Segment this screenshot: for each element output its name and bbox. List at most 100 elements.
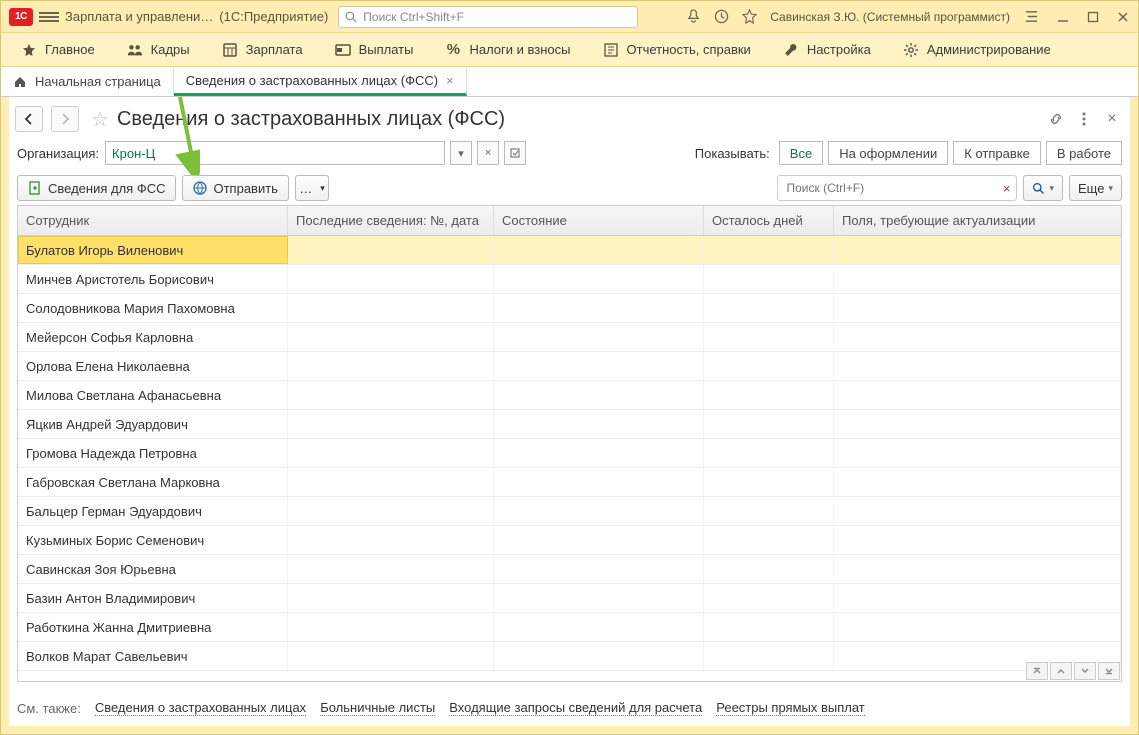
history-icon[interactable] (710, 6, 732, 28)
combo-clear-button[interactable]: × (477, 141, 499, 165)
nav-forward-button[interactable] (51, 106, 79, 132)
btn-send[interactable]: Отправить (182, 175, 288, 201)
maximize-button[interactable] (1084, 8, 1102, 26)
table-row[interactable]: Минчев Аристотель Борисович (18, 265, 1121, 294)
table-row[interactable]: Булатов Игорь Виленович (18, 236, 1121, 265)
col-employee[interactable]: Сотрудник (18, 206, 288, 235)
table-row[interactable]: Милова Светлана Афанасьевна (18, 381, 1121, 410)
global-search[interactable]: Поиск Ctrl+Shift+F (338, 6, 638, 28)
close-icon[interactable]: × (446, 73, 454, 88)
menu-button[interactable] (39, 10, 59, 24)
cell-name: Яцкив Андрей Эдуардович (18, 410, 288, 438)
employees-table: Сотрудник Последние сведения: №, дата Со… (17, 205, 1122, 682)
nav-vyplaty[interactable]: Выплаты (321, 33, 428, 67)
scroll-down-icon[interactable] (1074, 662, 1096, 680)
footer-link-4[interactable]: Реестры прямых выплат (716, 700, 865, 716)
table-row[interactable]: Яцкив Андрей Эдуардович (18, 410, 1121, 439)
cell-days (704, 526, 834, 554)
col-lastinfo[interactable]: Последние сведения: №, дата (288, 206, 494, 235)
footer-link-2[interactable]: Больничные листы (320, 700, 435, 716)
cell-fields (834, 323, 1121, 351)
scroll-bottom-icon[interactable] (1098, 662, 1120, 680)
cell-name: Бальцер Герман Эдуардович (18, 497, 288, 525)
table-row[interactable]: Мейерсон Софья Карловна (18, 323, 1121, 352)
combo-open-button[interactable] (504, 141, 526, 165)
combo-dropdown-button[interactable]: ▾ (450, 141, 472, 165)
cell-fields (834, 555, 1121, 583)
tab-current[interactable]: Сведения о застрахованных лицах (ФСС) × (174, 67, 467, 96)
org-combo[interactable]: Крон-Ц (105, 141, 445, 165)
nav-label: Настройка (807, 42, 871, 57)
col-days[interactable]: Осталось дней (704, 206, 834, 235)
gear-icon (903, 42, 919, 58)
bell-icon[interactable] (682, 6, 704, 28)
footer-link-3[interactable]: Входящие запросы сведений для расчета (449, 700, 702, 716)
tab-home[interactable]: Начальная страница (1, 67, 174, 96)
table-row[interactable]: Кузьминых Борис Семенович (18, 526, 1121, 555)
cell-name: Базин Антон Владимирович (18, 584, 288, 612)
table-header: Сотрудник Последние сведения: №, дата Со… (18, 206, 1121, 236)
link-icon[interactable] (1046, 109, 1066, 129)
current-user[interactable]: Савинская З.Ю. (Системный программист) (770, 10, 1010, 24)
star-icon[interactable] (738, 6, 760, 28)
filter-tosend[interactable]: К отправке (953, 141, 1041, 165)
more-icon[interactable] (1074, 109, 1094, 129)
table-row[interactable]: Громова Надежда Петровна (18, 439, 1121, 468)
table-row[interactable]: Орлова Елена Николаевна (18, 352, 1121, 381)
cell-days (704, 323, 834, 351)
cell-name: Громова Надежда Петровна (18, 439, 288, 467)
local-search[interactable]: × (777, 175, 1017, 201)
clear-icon[interactable]: × (1003, 181, 1011, 196)
table-row[interactable]: Солодовникова Мария Пахомовна (18, 294, 1121, 323)
scroll-up-icon[interactable] (1050, 662, 1072, 680)
cell-fields (834, 497, 1121, 525)
col-status[interactable]: Состояние (494, 206, 704, 235)
cell-name: Мейерсон Софья Карловна (18, 323, 288, 351)
cell-days (704, 642, 834, 670)
see-also-footer: См. также: Сведения о застрахованных лиц… (17, 696, 1122, 720)
close-page-icon[interactable]: × (1102, 109, 1122, 129)
table-row[interactable]: Волков Марат Савельевич (18, 642, 1121, 671)
nav-otchetnost[interactable]: Отчетность, справки (589, 33, 765, 67)
close-button[interactable] (1114, 8, 1132, 26)
cell-name: Савинская Зоя Юрьевна (18, 555, 288, 583)
table-row[interactable]: Габровская Светлана Марковна (18, 468, 1121, 497)
cell-last (288, 381, 494, 409)
nav-nastroika[interactable]: Настройка (769, 33, 885, 67)
table-row[interactable]: Савинская Зоя Юрьевна (18, 555, 1121, 584)
nav-main[interactable]: Главное (7, 33, 109, 67)
cell-last (288, 236, 494, 264)
col-fields[interactable]: Поля, требующие актуализации (834, 206, 1121, 235)
cell-status (494, 613, 704, 641)
cell-days (704, 236, 834, 264)
minimize-button[interactable] (1054, 8, 1072, 26)
cell-days (704, 584, 834, 612)
cell-name: Булатов Игорь Виленович (18, 236, 288, 264)
wrench-icon (783, 42, 799, 58)
local-search-input[interactable] (784, 180, 998, 196)
footer-link-1[interactable]: Сведения о застрахованных лицах (95, 700, 306, 716)
cell-status (494, 584, 704, 612)
nav-kadry[interactable]: Кадры (113, 33, 204, 67)
search-menu-button[interactable]: ▾ (1023, 175, 1063, 201)
nav-admin[interactable]: Администрирование (889, 33, 1065, 67)
cell-status (494, 439, 704, 467)
filter-inwork[interactable]: В работе (1046, 141, 1122, 165)
filter-all[interactable]: Все (779, 141, 823, 165)
panels-icon[interactable] (1020, 6, 1042, 28)
scroll-top-icon[interactable] (1026, 662, 1048, 680)
favorite-icon[interactable]: ☆ (91, 107, 109, 132)
more-button[interactable]: Еще ▾ (1069, 175, 1122, 201)
nav-zarplata[interactable]: Зарплата (208, 33, 317, 67)
table-row[interactable]: Базин Антон Владимирович (18, 584, 1121, 613)
table-row[interactable]: Работкина Жанна Дмитриевна (18, 613, 1121, 642)
nav-nalogi[interactable]: % Налоги и взносы (431, 33, 584, 67)
btn-more-actions[interactable]: … ▾ (295, 175, 329, 201)
footer-label: См. также: (17, 701, 81, 716)
cell-last (288, 468, 494, 496)
table-row[interactable]: Бальцер Герман Эдуардович (18, 497, 1121, 526)
nav-back-button[interactable] (15, 106, 43, 132)
cell-days (704, 410, 834, 438)
filter-draft[interactable]: На оформлении (828, 141, 948, 165)
btn-fss-info[interactable]: Сведения для ФСС (17, 175, 176, 201)
